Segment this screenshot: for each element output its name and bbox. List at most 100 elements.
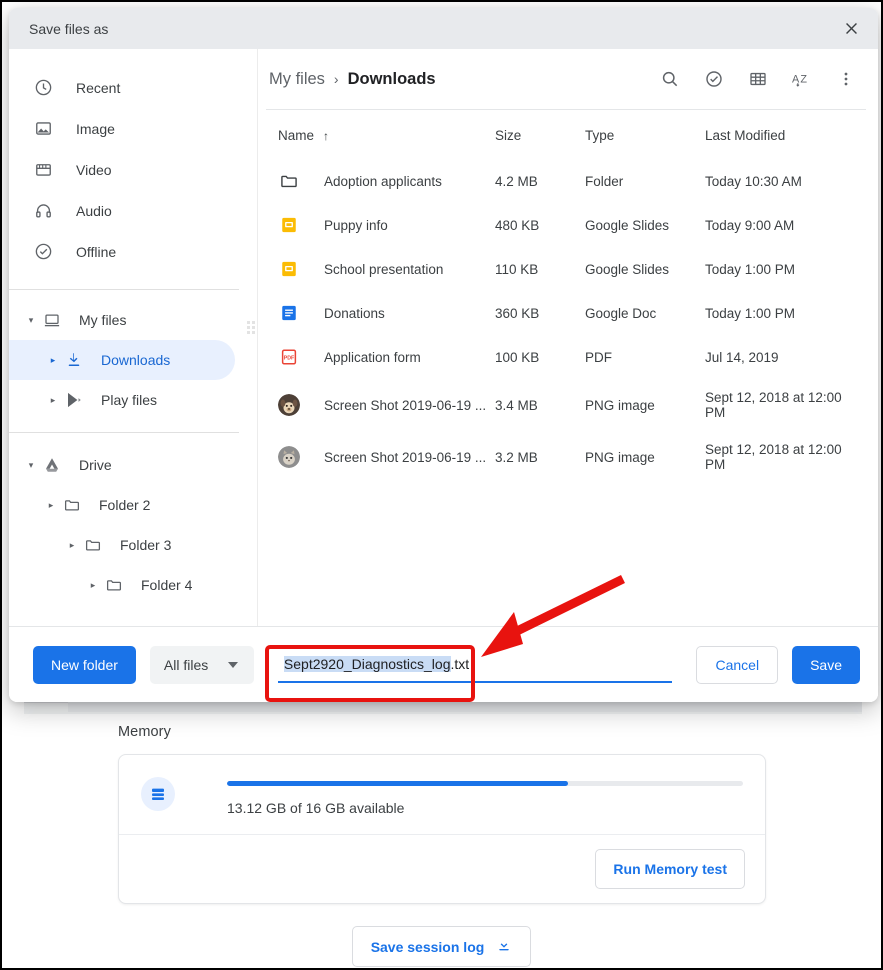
file-size-cell: 3.4 MB (495, 379, 585, 431)
sidebar-item-label: Offline (76, 244, 116, 260)
new-folder-button[interactable]: New folder (33, 646, 136, 684)
file-name-label: School presentation (324, 262, 443, 277)
column-header-modified[interactable]: Last Modified (705, 110, 864, 159)
svg-text:PDF: PDF (284, 355, 295, 361)
file-name-label: Application form (324, 350, 421, 365)
save-session-log-label: Save session log (371, 939, 485, 955)
chevron-right-icon[interactable] (85, 580, 101, 591)
file-size-cell: 110 KB (495, 247, 585, 291)
memory-card: 13.12 GB of 16 GB available Run Memory t… (118, 754, 766, 904)
sidebar-item-label: Folder 2 (99, 497, 150, 513)
file-modified-cell: Jul 14, 2019 (705, 335, 864, 379)
file-type-cell: Google Slides (585, 247, 705, 291)
file-size-cell: 100 KB (495, 335, 585, 379)
image-icon (31, 117, 55, 141)
sidebar-item-image[interactable]: Image (9, 108, 257, 149)
sort-ascending-icon: ↑ (323, 129, 329, 143)
more-vert-icon[interactable] (834, 67, 858, 91)
file-name-cell[interactable]: Screen Shot 2019-06-19 ... (270, 431, 495, 483)
table-row[interactable]: Screen Shot 2019-06-19 ... 3.4 MBPNG imag… (270, 379, 864, 431)
file-type-cell: PNG image (585, 379, 705, 431)
table-row[interactable]: Adoption applicants4.2 MBFolderToday 10:… (270, 159, 864, 203)
pdf-icon: PDF (278, 346, 300, 368)
table-row[interactable]: PDFApplication form100 KBPDFJul 14, 2019 (270, 335, 864, 379)
folder-icon (278, 170, 300, 192)
file-modified-cell: Today 10:30 AM (705, 159, 864, 203)
save-session-log-wrap: Save session log (2, 926, 881, 967)
column-header-size[interactable]: Size (495, 110, 585, 159)
sidebar-item-offline[interactable]: Offline (9, 231, 257, 272)
memory-progress-wrap: 13.12 GB of 16 GB available (227, 775, 743, 816)
file-size-cell: 360 KB (495, 291, 585, 335)
chevron-right-icon[interactable] (45, 355, 61, 366)
file-name-cell[interactable]: Donations (270, 291, 495, 335)
file-name-cell[interactable]: Puppy info (270, 203, 495, 247)
file-size-cell: 3.2 MB (495, 431, 585, 483)
table-row[interactable]: Screen Shot 2019-06-19 ...3.2 MBPNG imag… (270, 431, 864, 483)
save-button[interactable]: Save (792, 646, 860, 684)
chevron-right-icon[interactable] (43, 500, 59, 511)
page-strip-inner (68, 702, 862, 712)
file-name-cell[interactable]: School presentation (270, 247, 495, 291)
filename-extension-part: .txt (451, 656, 470, 672)
close-icon[interactable] (836, 14, 866, 44)
chevron-right-icon[interactable] (64, 540, 80, 551)
svg-text:A: A (792, 73, 800, 85)
file-type-filter-value: All files (164, 657, 208, 673)
sidebar-item-folder-3[interactable]: Folder 3 (9, 525, 235, 565)
offline-check-icon[interactable] (702, 67, 726, 91)
file-name-cell[interactable]: Adoption applicants (270, 159, 495, 203)
file-name-cell[interactable]: PDF Application form (270, 335, 495, 379)
filename-input[interactable]: Sept2920_Diagnostics_log.txt (278, 647, 673, 683)
sidebar-item-label: Folder 4 (141, 577, 192, 593)
memory-progress-fill (227, 781, 568, 786)
save-session-log-button[interactable]: Save session log (352, 926, 532, 967)
column-header-name[interactable]: Name ↑ (270, 110, 495, 159)
chevron-down-icon[interactable] (23, 315, 39, 326)
search-icon[interactable] (658, 67, 682, 91)
table-row[interactable]: School presentation110 KBGoogle SlidesTo… (270, 247, 864, 291)
file-name-label: Puppy info (324, 218, 388, 233)
table-header-row: Name ↑ Size Type Last Modified (270, 110, 864, 159)
sidebar-resize-handle[interactable] (247, 321, 256, 335)
chevron-right-icon[interactable] (45, 395, 61, 406)
table-row[interactable]: Puppy info480 KBGoogle SlidesToday 9:00 … (270, 203, 864, 247)
google-slides-icon (278, 214, 300, 236)
cancel-button[interactable]: Cancel (696, 646, 778, 684)
dialog-title: Save files as (29, 21, 836, 37)
file-name-cell[interactable]: Screen Shot 2019-06-19 ... (270, 379, 495, 431)
google-docs-icon (278, 302, 300, 324)
run-memory-test-button[interactable]: Run Memory test (595, 849, 745, 889)
sidebar-item-folder-2[interactable]: Folder 2 (9, 485, 235, 525)
dialog-footer: New folder All files Sept2920_Diagnostic… (9, 626, 878, 702)
dialog-titlebar: Save files as (9, 8, 878, 49)
sidebar-item-audio[interactable]: Audio (9, 190, 257, 231)
breadcrumb-downloads[interactable]: Downloads (348, 70, 436, 89)
file-type-cell: PDF (585, 335, 705, 379)
sidebar-item-label: Drive (79, 457, 112, 473)
sidebar-item-play-files[interactable]: Play files (9, 380, 235, 420)
chevron-down-icon[interactable] (23, 460, 39, 471)
sidebar-item-drive[interactable]: Drive (9, 445, 235, 485)
grid-view-icon[interactable] (746, 67, 770, 91)
clock-icon (31, 76, 55, 100)
folder-icon (103, 574, 125, 596)
file-type-cell: Folder (585, 159, 705, 203)
sort-az-icon[interactable]: A Z (790, 67, 814, 91)
screenshot-root: Memory 13.12 GB of 16 GB a (0, 0, 883, 970)
sidebar-item-label: Play files (101, 392, 157, 408)
sidebar-item-label: Video (76, 162, 112, 178)
sidebar-item-recent[interactable]: Recent (9, 67, 257, 108)
column-header-name-label: Name (278, 128, 314, 143)
breadcrumb-my-files[interactable]: My files (269, 70, 325, 89)
file-type-filter-select[interactable]: All files (150, 646, 254, 684)
sidebar-item-video[interactable]: Video (9, 149, 257, 190)
file-list-scroll[interactable]: Name ↑ Size Type Last Modified Adoption a… (258, 110, 878, 626)
folder-icon (61, 494, 83, 516)
column-header-type[interactable]: Type (585, 110, 705, 159)
file-name-label: Screen Shot 2019-06-19 ... (324, 398, 486, 413)
sidebar-item-folder-4[interactable]: Folder 4 (9, 565, 235, 605)
sidebar-item-downloads[interactable]: Downloads (9, 340, 235, 380)
table-row[interactable]: Donations360 KBGoogle DocToday 1:00 PM (270, 291, 864, 335)
sidebar-item-my-files[interactable]: My files (9, 300, 235, 340)
